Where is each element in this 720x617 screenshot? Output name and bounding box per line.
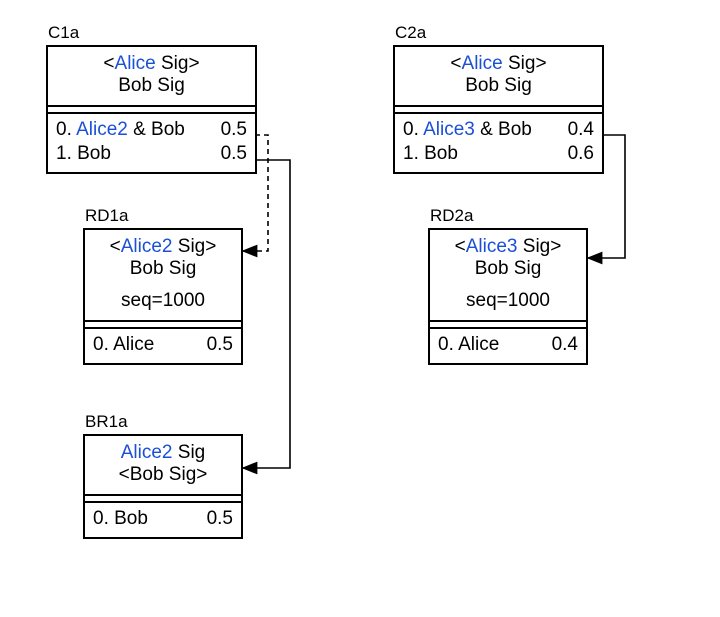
box-label-rd1a: RD1a xyxy=(85,206,128,226)
rd1a-seq: seq=1000 xyxy=(89,290,237,312)
rd2a-sig1: <Alice3 Sig> xyxy=(434,236,582,258)
c2a-out1: 1. Bob 0.6 xyxy=(403,142,594,166)
box-c1a: <Alice Sig> Bob Sig 0. Alice2 & Bob 0.5 … xyxy=(46,45,257,174)
rd2a-sig2: Bob Sig xyxy=(434,258,582,280)
box-label-c2a: C2a xyxy=(395,23,426,43)
c1a-sig2: Bob Sig xyxy=(52,75,251,97)
rd1a-out0: 0. Alice 0.5 xyxy=(93,333,233,357)
box-label-rd2a: RD2a xyxy=(430,206,473,226)
rd2a-seq: seq=1000 xyxy=(434,290,582,312)
box-c2a: <Alice Sig> Bob Sig 0. Alice3 & Bob 0.4 … xyxy=(393,45,604,174)
arrow-c1a-out1-to-br1a xyxy=(243,160,290,468)
c1a-out1: 1. Bob 0.5 xyxy=(56,142,247,166)
c1a-sig1: <Alice Sig> xyxy=(52,53,251,75)
box-br1a: Alice2 Sig <Bob Sig> 0. Bob 0.5 xyxy=(83,434,243,539)
rd2a-out0: 0. Alice 0.4 xyxy=(438,333,578,357)
box-rd2a: <Alice3 Sig> Bob Sig seq=1000 0. Alice 0… xyxy=(428,228,588,365)
box-label-br1a: BR1a xyxy=(85,412,128,432)
c1a-out0: 0. Alice2 & Bob 0.5 xyxy=(56,118,247,142)
c2a-sig1: <Alice Sig> xyxy=(399,53,598,75)
br1a-sig1: Alice2 Sig xyxy=(89,442,237,464)
box-rd1a: <Alice2 Sig> Bob Sig seq=1000 0. Alice 0… xyxy=(83,228,243,365)
box-label-c1a: C1a xyxy=(48,23,79,43)
c2a-out0: 0. Alice3 & Bob 0.4 xyxy=(403,118,594,142)
c2a-sig2: Bob Sig xyxy=(399,75,598,97)
br1a-sig2: <Bob Sig> xyxy=(89,464,237,486)
rd1a-sig1: <Alice2 Sig> xyxy=(89,236,237,258)
br1a-out0: 0. Bob 0.5 xyxy=(93,507,233,531)
rd1a-sig2: Bob Sig xyxy=(89,258,237,280)
